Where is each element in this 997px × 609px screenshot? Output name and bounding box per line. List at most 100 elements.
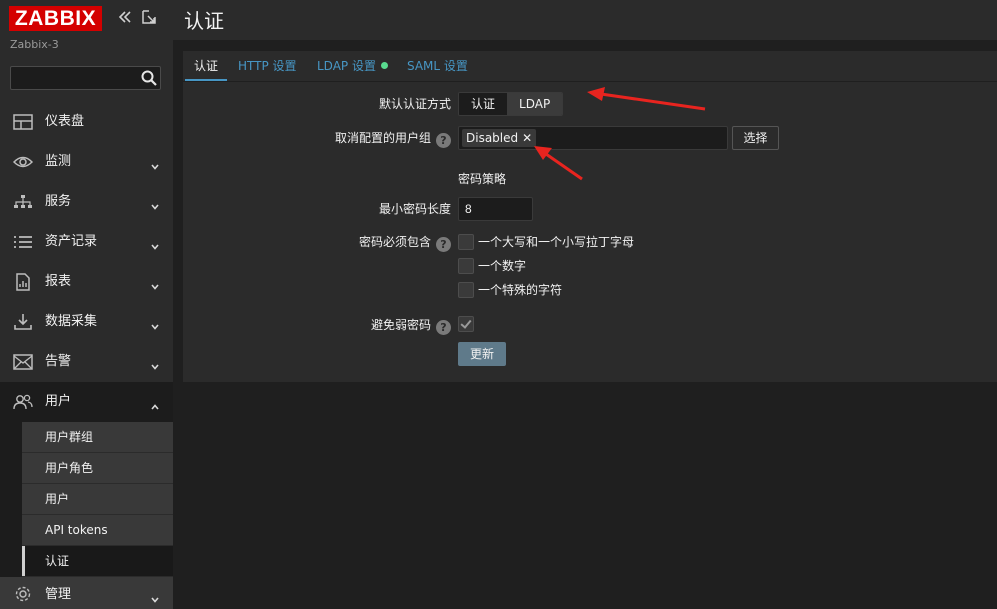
update-button[interactable]: 更新 xyxy=(458,342,506,366)
avoid-weak-label: 避免弱密码? xyxy=(371,317,451,335)
menu-item-data-collection[interactable]: 数据采集 xyxy=(0,302,173,342)
deprovision-label: 取消配置的用户组? xyxy=(335,130,451,148)
group-chip: Disabled ✕ xyxy=(462,129,537,147)
search-input[interactable] xyxy=(11,67,135,89)
menu-label: 告警 xyxy=(45,354,72,369)
eye-icon xyxy=(12,153,34,171)
submenu-track xyxy=(0,422,22,577)
tab-label: LDAP 设置 xyxy=(317,59,376,73)
deprovision-label-text: 取消配置的用户组 xyxy=(334,131,431,145)
users-icon xyxy=(13,393,33,411)
min-length-label: 最小密码长度 xyxy=(378,202,451,216)
submenu-authentication[interactable]: 认证 xyxy=(22,546,173,577)
dashboard-icon xyxy=(13,113,33,131)
menu-item-users[interactable]: 用户 xyxy=(0,382,173,422)
menu-item-administration[interactable]: 管理 xyxy=(0,577,173,609)
chevron-down-icon xyxy=(150,197,160,210)
main-content: 认证 认证 HTTP 设置 LDAP 设置 SAML 设置 默认认证方式 认证 … xyxy=(173,0,997,609)
close-icon[interactable]: ✕ xyxy=(522,131,532,145)
must-contain-label: 密码必须包含? xyxy=(359,234,451,252)
tab-ldap-settings[interactable]: LDAP 设置 xyxy=(317,58,388,74)
submenu-user-groups[interactable]: 用户群组 xyxy=(22,422,173,453)
server-name: Zabbix-3 xyxy=(10,38,59,51)
chevron-up-icon xyxy=(150,397,160,410)
menu-label: 数据采集 xyxy=(45,314,98,329)
submenu-label: 用户 xyxy=(45,492,70,506)
submenu-users[interactable]: 用户 xyxy=(22,484,173,515)
checkbox-label: 一个特殊的字符 xyxy=(478,283,563,297)
auth-option-internal[interactable]: 认证 xyxy=(459,93,508,115)
tab-http-settings[interactable]: HTTP 设置 xyxy=(238,58,297,74)
menu-item-alerts[interactable]: 告警 xyxy=(0,342,173,382)
checkbox[interactable] xyxy=(458,234,474,250)
menu-item-inventory[interactable]: 资产记录 xyxy=(0,222,173,262)
checkbox[interactable] xyxy=(458,282,474,298)
submenu-label: 用户群组 xyxy=(45,430,94,444)
menu-label: 报表 xyxy=(45,274,72,289)
report-icon xyxy=(13,273,33,291)
password-policy-title: 密码策略 xyxy=(458,172,507,186)
download-icon xyxy=(13,313,33,331)
services-icon xyxy=(13,193,33,211)
chevron-down-icon xyxy=(150,357,160,370)
auth-option-ldap[interactable]: LDAP xyxy=(507,93,563,115)
submenu-user-roles[interactable]: 用户角色 xyxy=(22,453,173,484)
gear-icon xyxy=(13,585,33,603)
checkbox-digit[interactable]: 一个数字 xyxy=(458,258,526,274)
list-icon xyxy=(13,233,33,251)
menu-label: 服务 xyxy=(45,194,72,209)
menu-item-monitoring[interactable]: 监测 xyxy=(0,142,173,182)
checkbox-avoid-weak[interactable] xyxy=(458,316,478,332)
main-menu: 仪表盘 监测 服务 资产记录 报表 数据采集 告警 用户 用户群组 用户角色 用… xyxy=(0,102,173,609)
default-auth-label: 默认认证方式 xyxy=(378,97,451,111)
deprovision-group-input[interactable]: Disabled ✕ xyxy=(458,126,728,150)
search-icon[interactable] xyxy=(140,69,158,87)
page-header: 认证 xyxy=(173,0,997,40)
submenu-label: 认证 xyxy=(45,554,70,568)
checkbox[interactable] xyxy=(458,258,474,274)
mail-icon xyxy=(13,353,33,371)
chevron-down-icon xyxy=(150,237,160,250)
zabbix-logo[interactable]: ZABBIX xyxy=(9,6,102,31)
tab-saml-settings[interactable]: SAML 设置 xyxy=(407,58,468,74)
avoid-weak-label-text: 避免弱密码 xyxy=(370,318,431,332)
status-dot xyxy=(380,62,388,69)
checkbox[interactable] xyxy=(458,316,474,332)
sidebar: ZABBIX Zabbix-3 仪表盘 监测 服务 资产记录 报表 数据采集 告… xyxy=(0,0,173,609)
menu-item-dashboard[interactable]: 仪表盘 xyxy=(0,102,173,142)
menu-label: 监测 xyxy=(45,154,72,169)
chip-label: Disabled xyxy=(466,131,519,145)
chevron-down-icon xyxy=(150,277,160,290)
checkbox-label: 一个大写和一个小写拉丁字母 xyxy=(478,235,635,249)
help-icon[interactable]: ? xyxy=(436,237,451,252)
help-icon[interactable]: ? xyxy=(436,320,451,335)
chevron-down-icon xyxy=(150,590,160,603)
help-icon[interactable]: ? xyxy=(436,133,451,148)
users-submenu: 用户群组 用户角色 用户 API tokens 认证 xyxy=(0,422,173,577)
chevron-down-icon xyxy=(150,157,160,170)
active-tab-indicator xyxy=(185,79,227,81)
menu-label: 用户 xyxy=(45,394,72,409)
default-auth-toggle: 认证 LDAP xyxy=(458,92,564,116)
checkbox-upper-lower[interactable]: 一个大写和一个小写拉丁字母 xyxy=(458,234,634,250)
menu-label: 资产记录 xyxy=(45,234,98,249)
menu-item-reports[interactable]: 报表 xyxy=(0,262,173,302)
submenu-api-tokens[interactable]: API tokens xyxy=(22,515,173,546)
page-title: 认证 xyxy=(184,9,224,33)
min-length-input[interactable] xyxy=(458,197,533,221)
menu-label: 仪表盘 xyxy=(45,114,85,129)
menu-label: 管理 xyxy=(45,587,72,602)
select-button[interactable]: 选择 xyxy=(732,126,779,150)
checkbox-label: 一个数字 xyxy=(478,259,527,273)
submenu-label: API tokens xyxy=(45,523,108,537)
tab-bar: 认证 HTTP 设置 LDAP 设置 SAML 设置 xyxy=(183,51,997,82)
submenu-label: 用户角色 xyxy=(45,461,94,475)
checkbox-special-char[interactable]: 一个特殊的字符 xyxy=(458,282,562,298)
chevron-down-icon xyxy=(150,317,160,330)
expand-icon[interactable] xyxy=(141,9,157,25)
tab-authentication[interactable]: 认证 xyxy=(194,58,218,74)
menu-item-services[interactable]: 服务 xyxy=(0,182,173,222)
must-contain-label-text: 密码必须包含 xyxy=(358,235,431,249)
double-chevron-left-icon[interactable] xyxy=(117,9,133,25)
auth-form-panel: 认证 HTTP 设置 LDAP 设置 SAML 设置 默认认证方式 认证 LDA… xyxy=(183,51,997,382)
